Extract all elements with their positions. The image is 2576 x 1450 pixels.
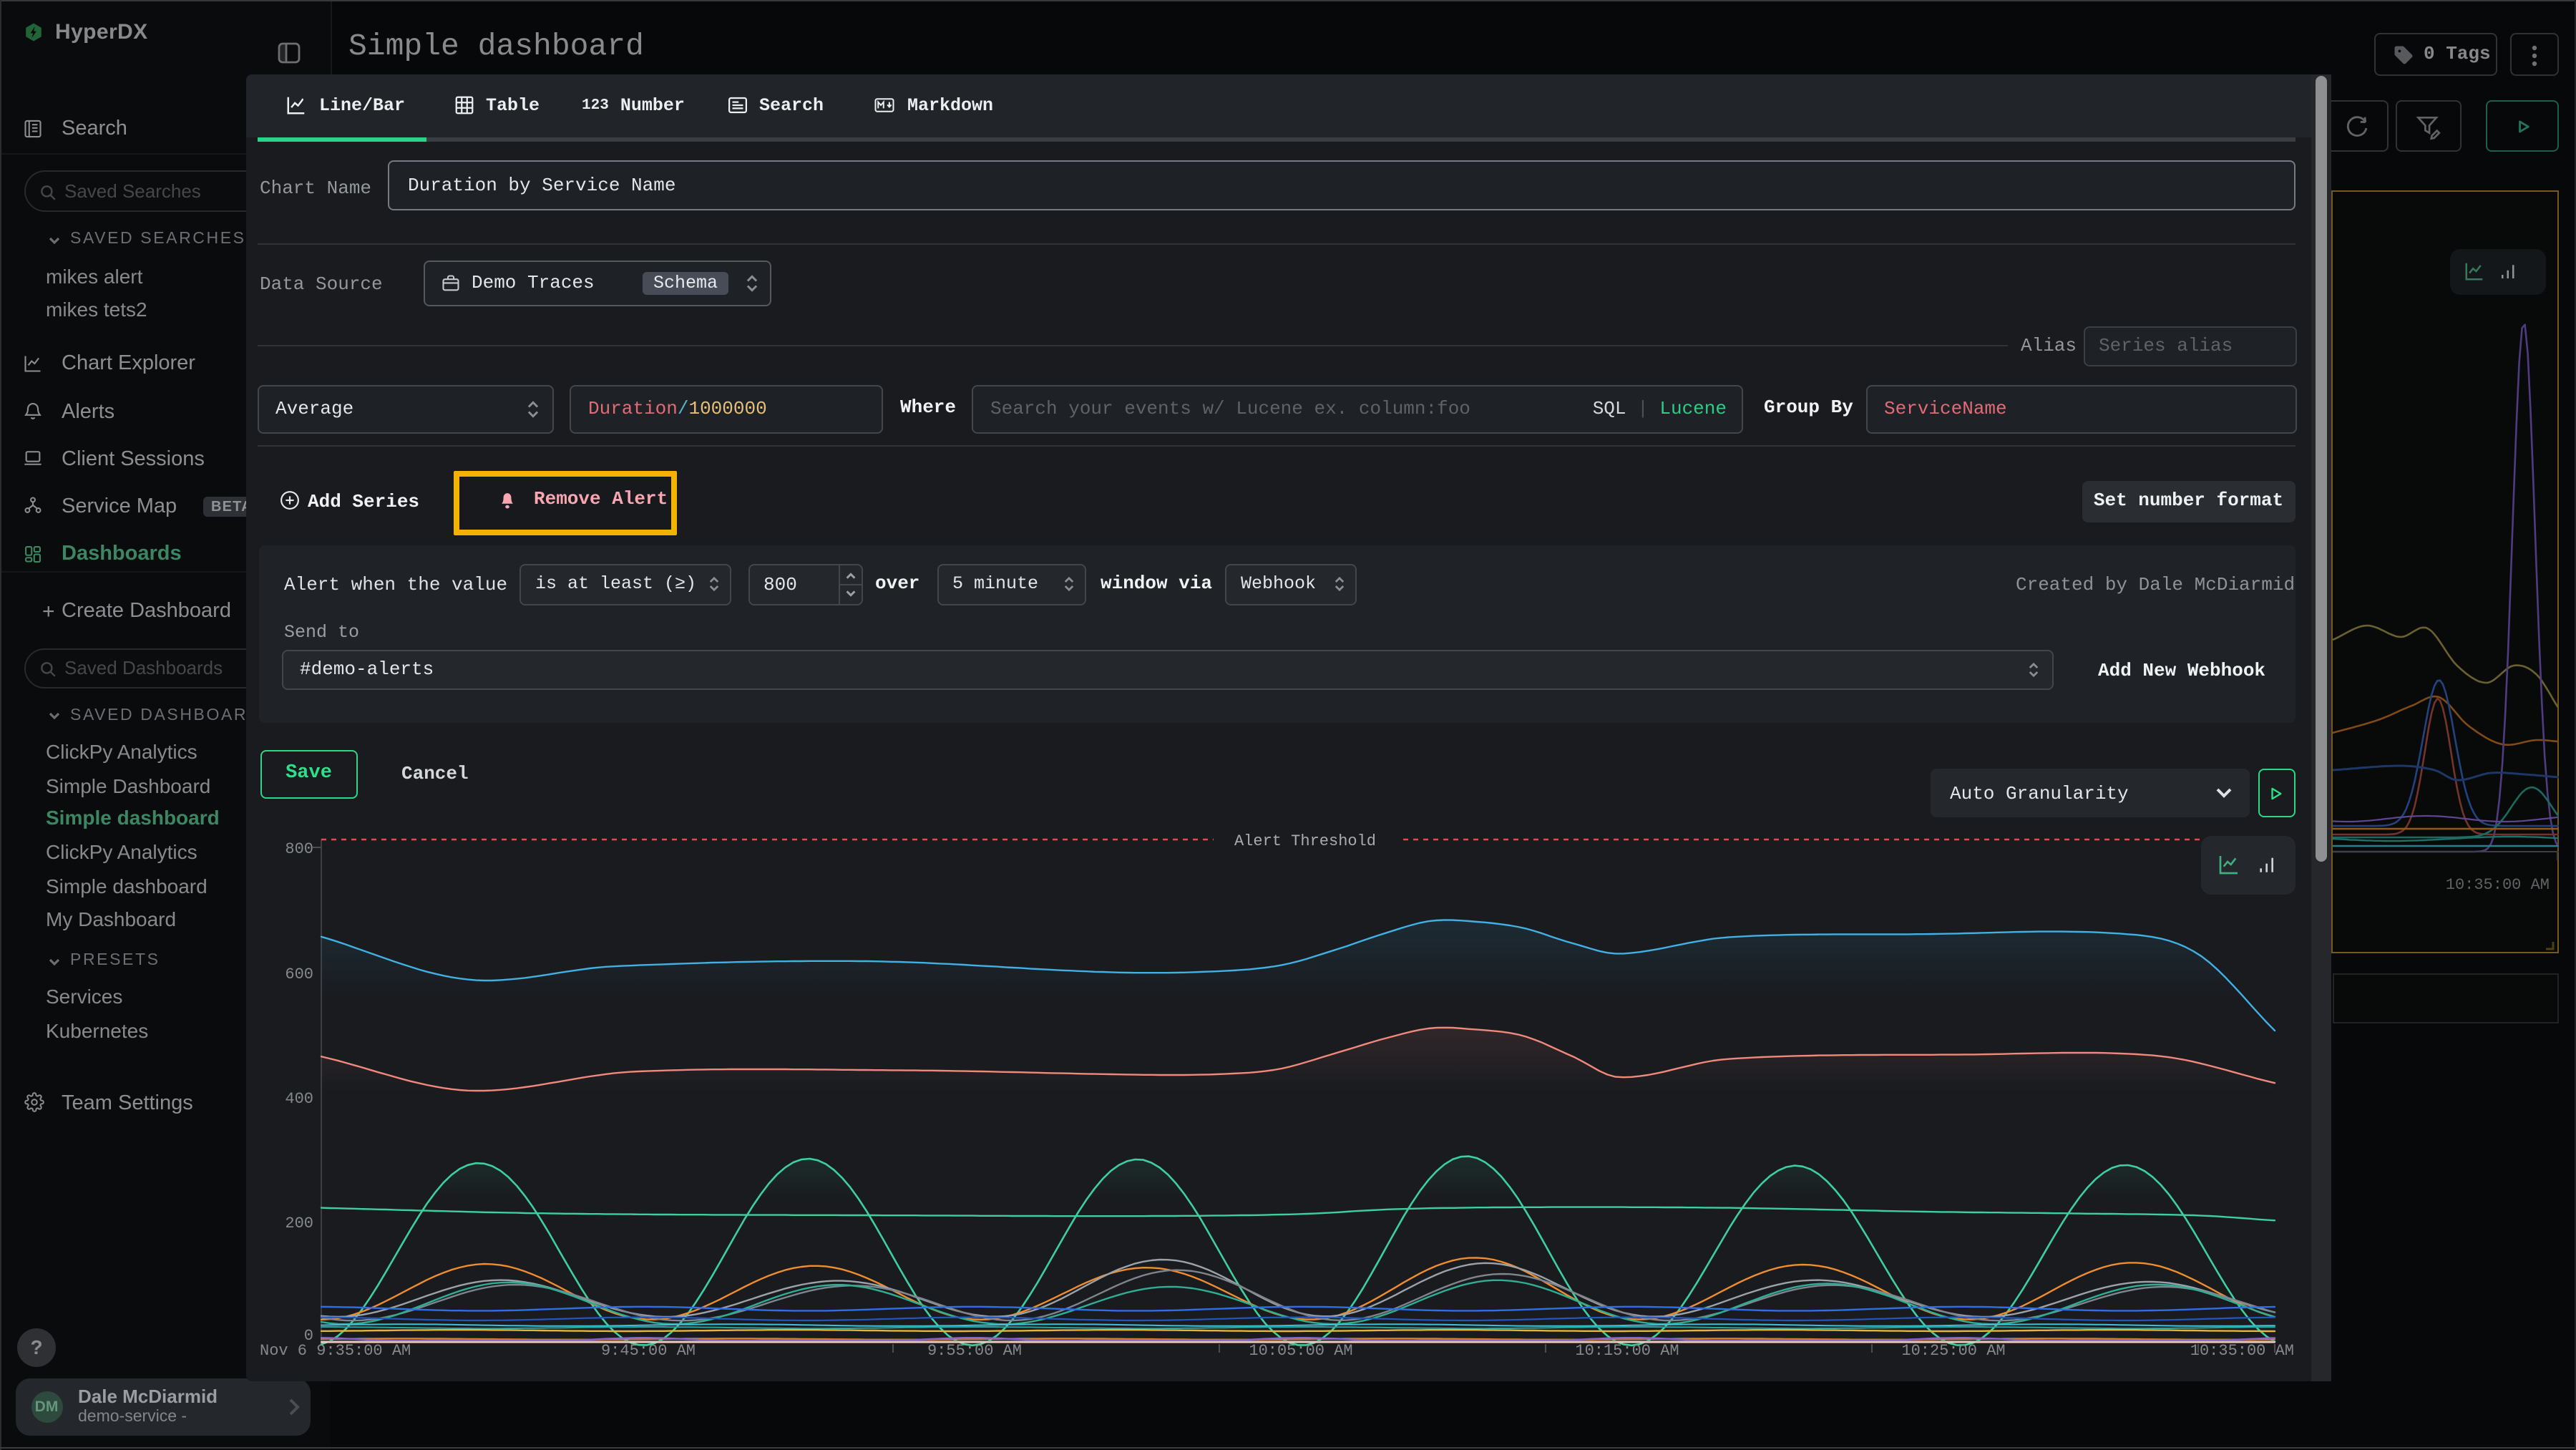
svg-text:Alert Threshold: Alert Threshold: [1234, 832, 1375, 850]
svg-text:9:45:00 AM: 9:45:00 AM: [600, 1342, 695, 1360]
svg-text:200: 200: [284, 1215, 313, 1232]
svg-text:10:05:00 AM: 10:05:00 AM: [1248, 1342, 1352, 1360]
svg-text:10:15:00 AM: 10:15:00 AM: [1574, 1342, 1678, 1360]
svg-text:Nov 6 9:35:00 AM: Nov 6 9:35:00 AM: [259, 1342, 410, 1360]
svg-text:10:25:00 AM: 10:25:00 AM: [1901, 1342, 2004, 1360]
svg-text:600: 600: [284, 965, 313, 983]
svg-text:400: 400: [284, 1090, 313, 1108]
svg-text:800: 800: [284, 840, 313, 858]
svg-text:9:55:00 AM: 9:55:00 AM: [927, 1342, 1021, 1360]
svg-text:10:35:00 AM: 10:35:00 AM: [2190, 1342, 2293, 1360]
